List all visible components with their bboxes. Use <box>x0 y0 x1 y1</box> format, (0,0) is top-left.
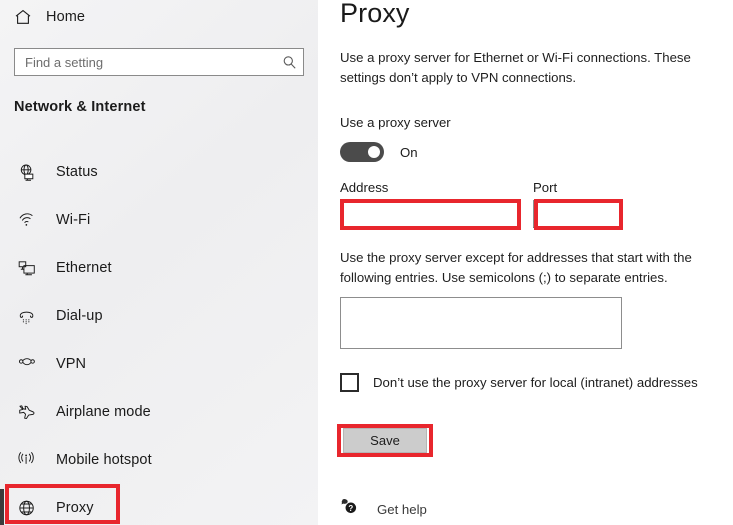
search-input[interactable] <box>25 54 282 70</box>
port-label: Port <box>533 180 558 195</box>
address-input[interactable] <box>340 200 520 228</box>
sidebar-item-proxy[interactable]: Proxy <box>0 484 318 525</box>
selection-indicator <box>0 489 4 525</box>
sidebar-nav-list: Status Wi-Fi Ethernet Dial-up VPN Airpla… <box>0 148 318 525</box>
sidebar-item-label: Dial-up <box>56 308 103 324</box>
sidebar-item-vpn[interactable]: VPN <box>0 340 318 388</box>
sidebar-item-label: VPN <box>56 356 87 372</box>
home-label: Home <box>46 9 86 25</box>
sidebar-item-mobile-hotspot[interactable]: Mobile hotspot <box>0 436 318 484</box>
get-help-label: Get help <box>377 501 427 517</box>
svg-text:?: ? <box>348 504 353 513</box>
sidebar-item-label: Status <box>56 164 98 180</box>
bypass-local-row[interactable]: Don’t use the proxy server for local (in… <box>340 373 698 392</box>
address-label: Address <box>340 180 389 195</box>
hotspot-broadcast-icon <box>16 449 38 471</box>
get-help-link[interactable]: ? Get help <box>340 498 427 520</box>
use-proxy-label: Use a proxy server <box>340 115 451 130</box>
sidebar-section-title: Network & Internet <box>14 99 146 115</box>
toggle-state-label: On <box>400 144 418 160</box>
search-icon[interactable] <box>282 55 297 70</box>
search-box[interactable] <box>14 48 304 76</box>
use-proxy-toggle[interactable] <box>340 142 384 162</box>
status-globe-monitor-icon <box>16 161 38 183</box>
settings-window: Home Network & Internet <box>0 0 733 525</box>
port-input[interactable] <box>533 200 623 228</box>
proxy-description: Use a proxy server for Ethernet or Wi-Fi… <box>340 50 691 85</box>
exception-list-textarea[interactable] <box>340 297 622 349</box>
sidebar-item-label: Wi-Fi <box>56 212 91 228</box>
wifi-icon <box>16 209 38 231</box>
vpn-icon <box>16 353 38 375</box>
help-bubble-icon: ? <box>340 498 359 520</box>
dialup-phone-icon <box>16 305 38 327</box>
use-proxy-toggle-row[interactable]: On <box>340 142 418 162</box>
settings-sidebar: Home Network & Internet <box>0 0 318 525</box>
sidebar-item-airplane-mode[interactable]: Airplane mode <box>0 388 318 436</box>
globe-icon <box>16 497 38 519</box>
airplane-icon <box>16 401 38 423</box>
save-button[interactable]: Save <box>343 428 427 453</box>
toggle-knob <box>368 146 380 158</box>
home-icon <box>14 8 32 26</box>
page-title: Proxy <box>340 0 410 28</box>
sidebar-item-dialup[interactable]: Dial-up <box>0 292 318 340</box>
sidebar-item-label: Mobile hotspot <box>56 452 152 468</box>
sidebar-item-label: Airplane mode <box>56 404 151 420</box>
ethernet-monitor-icon <box>16 257 38 279</box>
sidebar-item-wifi[interactable]: Wi-Fi <box>0 196 318 244</box>
proxy-settings-panel: Proxy Use a proxy server for Ethernet or… <box>318 0 733 525</box>
sidebar-item-label: Ethernet <box>56 260 112 276</box>
exception-description: Use the proxy server except for addresse… <box>340 250 692 285</box>
bypass-local-checkbox[interactable] <box>340 373 359 392</box>
bypass-local-label: Don’t use the proxy server for local (in… <box>373 375 698 390</box>
home-nav-button[interactable]: Home <box>14 2 85 32</box>
sidebar-item-label: Proxy <box>56 500 94 516</box>
sidebar-item-status[interactable]: Status <box>0 148 318 196</box>
sidebar-item-ethernet[interactable]: Ethernet <box>0 244 318 292</box>
